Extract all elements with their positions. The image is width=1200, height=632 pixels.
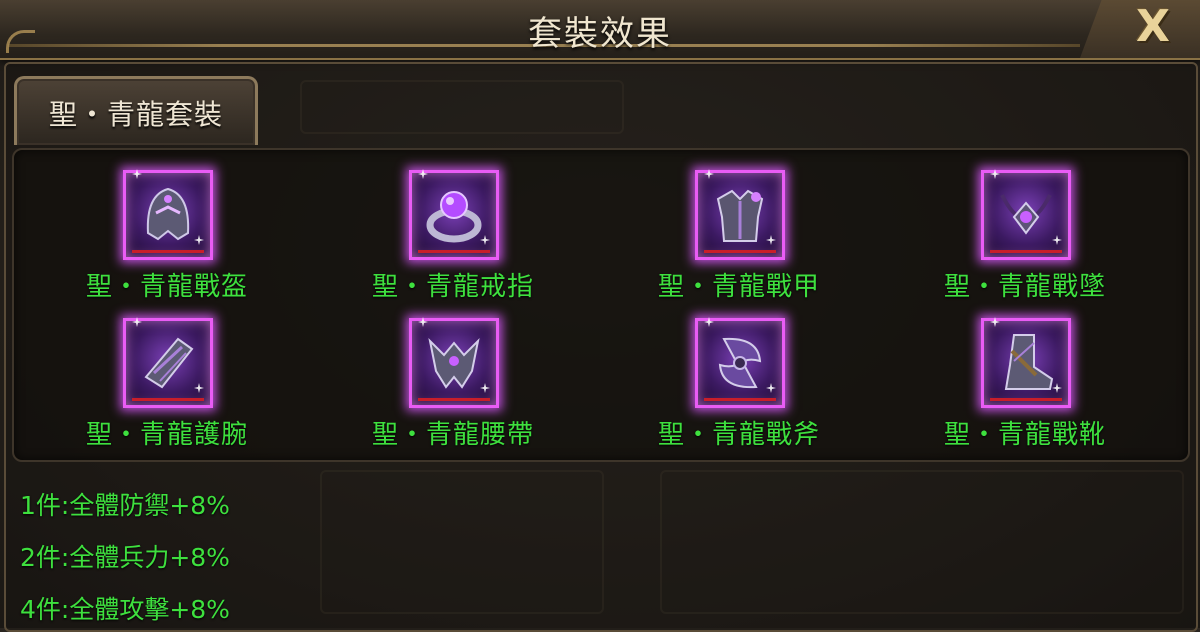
set-bonus-2: 2件:全體兵力+8% bbox=[20, 543, 230, 572]
set-item-bracer[interactable]: 聖・青龍護腕 bbox=[32, 317, 302, 458]
set-item-pendant[interactable]: 聖・青龍戰墜 bbox=[890, 169, 1160, 310]
ring-icon bbox=[409, 169, 499, 260]
item-name: 聖・青龍戒指 bbox=[371, 272, 534, 302]
set-item-belt[interactable]: 聖・青龍腰帶 bbox=[318, 317, 588, 458]
boots-icon bbox=[981, 317, 1071, 408]
title-bar: 套裝效果 bbox=[0, 0, 1200, 60]
item-name: 聖・青龍戰靴 bbox=[943, 420, 1106, 450]
item-name: 聖・青龍戰盔 bbox=[85, 272, 248, 302]
set-item-helmet[interactable]: 聖・青龍戰盔 bbox=[32, 169, 302, 310]
set-bonus-1: 1件:全體防禦+8% bbox=[20, 491, 230, 520]
item-name: 聖・青龍戰甲 bbox=[657, 272, 820, 302]
set-item-boots[interactable]: 聖・青龍戰靴 bbox=[890, 317, 1160, 458]
item-name: 聖・青龍戰斧 bbox=[657, 420, 820, 450]
window-title: 套裝效果 bbox=[528, 14, 672, 54]
set-item-axe[interactable]: 聖・青龍戰斧 bbox=[604, 317, 874, 458]
tab-label: 聖・青龍套裝 bbox=[48, 98, 223, 131]
set-item-armor[interactable]: 聖・青龍戰甲 bbox=[604, 169, 874, 310]
pendant-icon bbox=[981, 169, 1071, 260]
belt-icon bbox=[409, 317, 499, 408]
item-name: 聖・青龍戰墜 bbox=[943, 272, 1106, 302]
tab-set[interactable]: 聖・青龍套裝 bbox=[14, 76, 258, 145]
helmet-icon bbox=[123, 169, 213, 260]
set-bonus-4: 4件:全體攻擊+8% bbox=[20, 595, 230, 624]
set-item-ring[interactable]: 聖・青龍戒指 bbox=[318, 169, 588, 310]
close-button[interactable]: X bbox=[1128, 2, 1178, 52]
set-effect-window: 套裝效果 X 聖・青龍套裝 聖・青龍戰盔 聖・青龍戒指 聖・青龍戰甲 聖・青龍戰… bbox=[0, 0, 1200, 632]
item-name: 聖・青龍護腕 bbox=[85, 420, 248, 450]
item-name: 聖・青龍腰帶 bbox=[371, 420, 534, 450]
axe-icon bbox=[695, 317, 785, 408]
bracer-icon bbox=[123, 317, 213, 408]
armor-icon bbox=[695, 169, 785, 260]
